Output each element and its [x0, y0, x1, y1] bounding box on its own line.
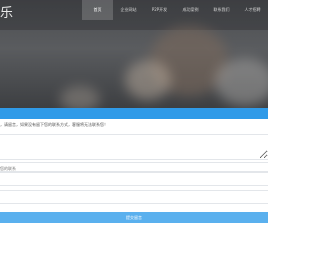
nav-item-p2p-development[interactable]: P2P开发: [144, 0, 175, 20]
nav-item-careers[interactable]: 人才招聘: [237, 0, 268, 20]
nav-item-enterprise-website[interactable]: 企业网站: [113, 0, 144, 20]
hero-image-shape: [125, 60, 171, 100]
nav-item-success-cases[interactable]: 成功案例: [175, 0, 206, 20]
main-nav: 首页 企业网站 P2P开发 成功案例 联系我们 人才招聘: [82, 0, 268, 20]
hero-banner: 乐 首页 企业网站 P2P开发 成功案例 联系我们 人才招聘: [0, 0, 268, 108]
site-logo[interactable]: 乐: [0, 2, 14, 21]
submit-button[interactable]: 提交留言: [0, 212, 268, 223]
message-textarea[interactable]: [0, 134, 268, 160]
nav-item-contact-us[interactable]: 联系我们: [206, 0, 237, 20]
form-input[interactable]: [0, 172, 268, 186]
hero-image-shape: [215, 58, 268, 106]
form-notice: ，请留言，如果没有留下您的联系方式，客服将无法联系您！: [0, 122, 108, 127]
contact-input[interactable]: [0, 162, 268, 172]
section-title-bar: [0, 108, 268, 119]
nav-item-home[interactable]: 首页: [82, 0, 113, 20]
hero-image-shape: [60, 86, 100, 108]
form-input[interactable]: [0, 190, 268, 204]
